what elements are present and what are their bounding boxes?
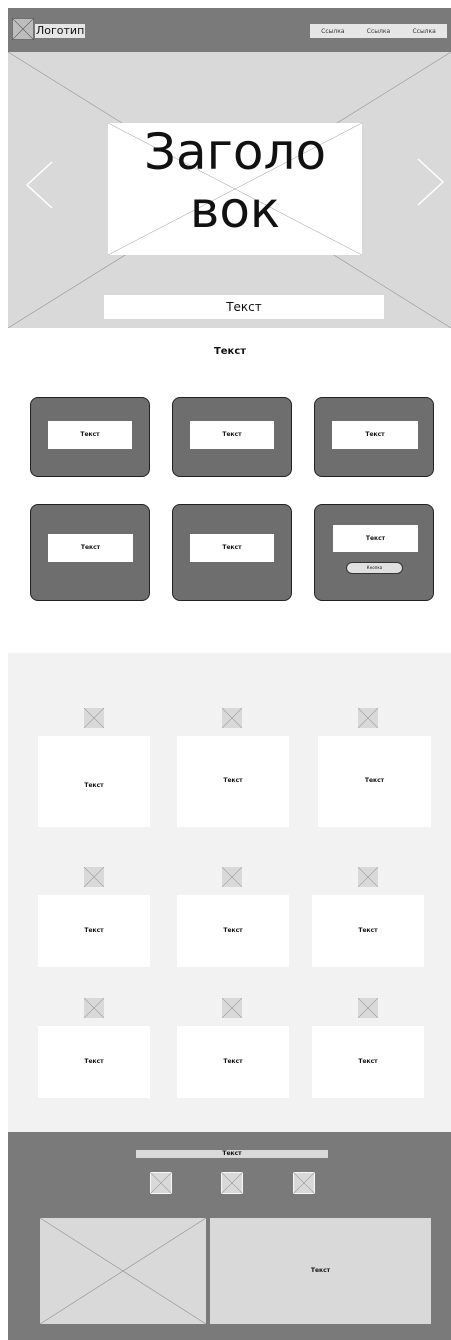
image-placeholder-icon xyxy=(40,1218,206,1324)
logo-image-placeholder-icon[interactable] xyxy=(12,18,34,40)
feature-box-4: Текст xyxy=(38,895,150,967)
logo-text[interactable]: Логотип xyxy=(35,24,86,38)
service-card-button[interactable]: Кнопка xyxy=(346,562,403,574)
feature-icon-placeholder-icon xyxy=(84,998,104,1018)
service-card-label-1: Текст xyxy=(48,421,132,449)
social-icon-placeholder-icon[interactable] xyxy=(221,1172,243,1194)
feature-icon-placeholder-icon xyxy=(358,867,378,887)
chevron-left-icon[interactable] xyxy=(24,160,54,210)
service-card-label-2: Текст xyxy=(190,421,274,449)
service-card-label-5: Текст xyxy=(190,534,274,562)
services-title: Текст xyxy=(213,346,247,357)
feature-icon-placeholder-icon xyxy=(358,708,378,728)
feature-icon-placeholder-icon xyxy=(84,708,104,728)
nav-link-1[interactable]: Ссылка xyxy=(321,28,344,35)
footer-title: Текст xyxy=(136,1150,328,1158)
nav-link-3[interactable]: Ссылка xyxy=(412,28,435,35)
social-icon-placeholder-icon[interactable] xyxy=(150,1172,172,1194)
hero-text: Текст xyxy=(104,295,384,319)
feature-box-3: Текст xyxy=(318,736,431,827)
feature-icon-placeholder-icon xyxy=(84,867,104,887)
feature-icon-placeholder-icon xyxy=(358,998,378,1018)
feature-icon-placeholder-icon xyxy=(222,998,242,1018)
feature-box-2: Текст xyxy=(177,736,289,827)
hero-title: Заголо вок xyxy=(108,123,362,255)
feature-box-8: Текст xyxy=(177,1026,289,1098)
feature-box-9: Текст xyxy=(312,1026,424,1098)
hero-title-line-2: вок xyxy=(189,181,281,239)
service-card-label-3: Текст xyxy=(332,421,418,449)
feature-box-5: Текст xyxy=(177,895,289,967)
service-card-label-4: Текст xyxy=(48,534,133,562)
nav-links: Ссылка Ссылка Ссылка xyxy=(310,24,447,38)
feature-box-1: Текст xyxy=(38,736,150,827)
footer-text: Текст xyxy=(210,1218,431,1324)
nav-link-2[interactable]: Ссылка xyxy=(367,28,390,35)
chevron-right-icon[interactable] xyxy=(416,157,446,207)
feature-box-6: Текст xyxy=(312,895,424,967)
hero-title-line-1: Заголо xyxy=(143,123,327,181)
feature-icon-placeholder-icon xyxy=(222,708,242,728)
footer-image-placeholder xyxy=(40,1218,206,1324)
service-card-label-6: Текст xyxy=(333,525,418,552)
feature-icon-placeholder-icon xyxy=(222,867,242,887)
social-icon-placeholder-icon[interactable] xyxy=(293,1172,315,1194)
feature-box-7: Текст xyxy=(38,1026,150,1098)
service-card-6[interactable] xyxy=(314,504,434,601)
